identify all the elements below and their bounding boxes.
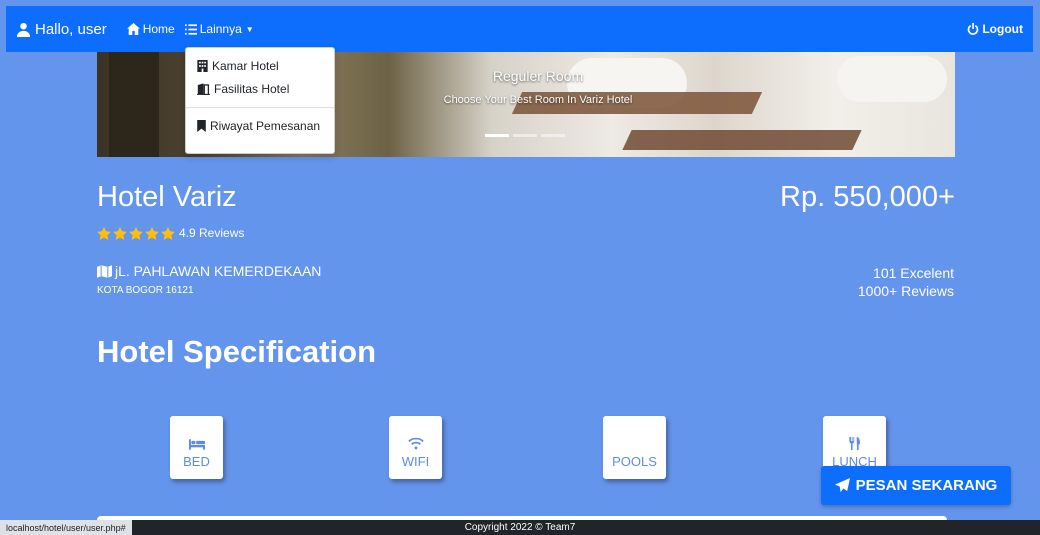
star-icon	[113, 226, 127, 240]
pesan-sekarang-button[interactable]: PESAN SEKARANG	[821, 466, 1011, 505]
star-icon	[161, 226, 175, 240]
hotel-address: jL. PAHLAWAN KEMERDEKAAN	[97, 263, 321, 279]
dropdown-item-label: Fasilitas Hotel	[214, 81, 290, 96]
spec-label: POOLS	[612, 454, 657, 469]
bed-icon	[188, 439, 205, 450]
carousel-image-bed-runner	[622, 130, 862, 150]
carousel-indicator[interactable]	[513, 134, 537, 137]
address-text: jL. PAHLAWAN KEMERDEKAAN	[115, 263, 322, 279]
spec-label: WIFI	[401, 454, 430, 469]
spec-card-bed: BED	[170, 416, 223, 479]
more-dropdown-menu: Kamar Hotel Fasilitas Hotel Riwayat Peme…	[185, 47, 335, 154]
nav-home-label: Home	[142, 22, 175, 36]
carousel-indicator[interactable]	[541, 134, 565, 137]
spec-card-pools: POOLS	[603, 416, 666, 479]
nav-more-dropdown[interactable]: Lainnya ▼	[184, 22, 254, 36]
user-icon	[16, 22, 31, 37]
bookmark-icon	[197, 119, 206, 132]
spec-card-wifi: WIFI	[389, 416, 442, 479]
carousel-indicators	[485, 134, 565, 137]
hotel-price: Rp. 550,000+	[780, 181, 955, 213]
star-icon	[145, 226, 159, 240]
paper-plane-icon	[834, 478, 850, 493]
logout-label: Logout	[982, 22, 1023, 36]
power-icon	[968, 23, 979, 35]
reviews-count: 1000+ Reviews	[857, 282, 954, 299]
nav-more-label: Lainnya	[199, 22, 242, 36]
logout-link[interactable]: Logout	[967, 22, 1023, 36]
home-icon	[126, 23, 140, 35]
navbar-brand[interactable]: Hallo, user	[16, 21, 107, 38]
building-icon	[197, 59, 208, 72]
hotel-city: KOTA BOGOR 16121	[97, 285, 194, 296]
status-url: localhost/hotel/user/user.php#	[6, 522, 126, 533]
dropdown-item-kamar-hotel[interactable]: Kamar Hotel	[186, 54, 334, 77]
browser-status-bar: localhost/hotel/user/user.php#	[0, 520, 132, 535]
dropdown-item-label: Kamar Hotel	[212, 58, 279, 73]
star-icon	[129, 226, 143, 240]
star-icon	[97, 226, 111, 240]
dropdown-item-riwayat-pemesanan[interactable]: Riwayat Pemesanan	[186, 114, 334, 137]
spec-label: BED	[183, 454, 210, 469]
navbar-brand-label: Hallo, user	[35, 20, 107, 38]
hotel-score: 101 Excelent 1000+ Reviews	[858, 265, 954, 300]
cta-label: PESAN SEKARANG	[855, 477, 998, 494]
specification-title: Hotel Specification	[97, 334, 377, 369]
wifi-icon	[407, 437, 424, 450]
carousel-indicator[interactable]	[485, 134, 509, 137]
chevron-down-icon: ▼	[245, 24, 254, 34]
score-text: 101 Excelent	[873, 265, 954, 281]
utensils-icon	[848, 437, 860, 450]
dropdown-divider	[186, 107, 334, 108]
door-open-icon	[197, 82, 210, 95]
list-icon	[184, 23, 197, 35]
navbar: Hallo, user Home Lainnya ▼ Logout	[6, 6, 1033, 52]
hotel-name: Hotel Variz	[97, 181, 237, 213]
nav-home-link[interactable]: Home	[126, 22, 175, 36]
dropdown-item-label: Riwayat Pemesanan	[210, 118, 321, 133]
map-icon	[97, 264, 112, 278]
footer-copyright: Copyright 2022 © Team7	[464, 522, 576, 533]
rating-text: 4.9 Reviews	[179, 226, 245, 240]
hotel-rating: 4.9 Reviews	[97, 226, 244, 240]
dropdown-item-fasilitas-hotel[interactable]: Fasilitas Hotel	[186, 77, 334, 100]
footer: Copyright 2022 © Team7	[0, 520, 1040, 535]
